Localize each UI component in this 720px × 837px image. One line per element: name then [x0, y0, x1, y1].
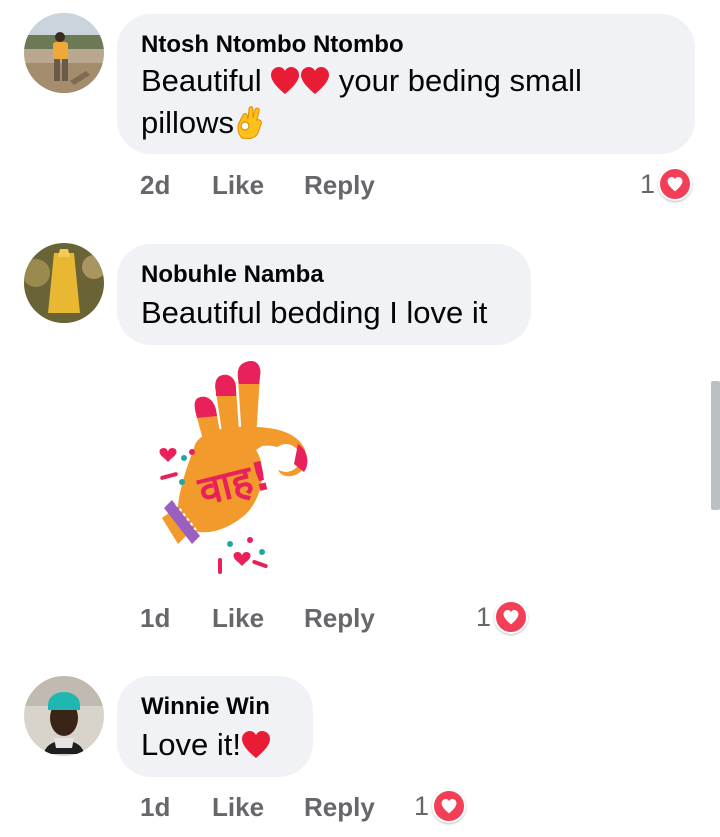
reaction-count: 1 — [640, 168, 656, 199]
comment-text-part: your beding small — [338, 63, 582, 98]
comment-author[interactable]: Winnie Win — [141, 692, 289, 722]
reaction-summary[interactable]: 1 — [476, 599, 529, 635]
reaction-summary[interactable]: 1 — [414, 788, 467, 824]
comment-bubble: Ntosh Ntombo Ntombo Beautiful your bedin… — [117, 14, 695, 154]
comment-text: Beautiful bedding I love it — [141, 295, 488, 330]
like-button[interactable]: Like — [212, 603, 304, 634]
comment-text: Love it! — [141, 724, 289, 766]
comment-time[interactable]: 1d — [140, 792, 212, 823]
love-reaction-icon — [494, 600, 529, 634]
comment-bubble: Winnie Win Love it! — [117, 676, 313, 777]
comment-author[interactable]: Nobuhle Namba — [141, 260, 507, 290]
comment-author[interactable]: Ntosh Ntombo Ntombo — [141, 30, 671, 60]
comment-bubble: Nobuhle Namba Beautiful bedding I love i… — [117, 244, 531, 345]
avatar[interactable] — [24, 13, 104, 93]
reply-button[interactable]: Reply — [304, 170, 375, 201]
red-heart-icon — [241, 731, 270, 758]
reaction-summary[interactable]: 1 — [640, 166, 693, 202]
ok-hand-sticker[interactable]: वाह! — [158, 358, 320, 586]
reaction-count: 1 — [414, 790, 430, 821]
avatar[interactable] — [24, 676, 104, 756]
comment-actions: 2d Like Reply — [140, 167, 375, 203]
like-button[interactable]: Like — [212, 170, 304, 201]
reply-button[interactable]: Reply — [304, 603, 375, 634]
comment-text-part: Beautiful — [141, 63, 262, 98]
comment-time[interactable]: 2d — [140, 170, 212, 201]
comment-text-part: Love it! — [141, 727, 241, 762]
comment-time[interactable]: 1d — [140, 603, 212, 634]
comment-text-part: pillows — [141, 105, 235, 140]
comment-actions: 1d Like Reply — [140, 600, 375, 636]
love-reaction-icon — [432, 789, 467, 823]
scrollbar[interactable] — [711, 381, 720, 510]
comment-actions: 1d Like Reply — [140, 789, 375, 825]
ok-hand-icon — [237, 106, 262, 139]
red-heart-icon — [301, 67, 330, 94]
comment-text: Beautiful your beding small pillows — [141, 60, 671, 144]
like-button[interactable]: Like — [212, 792, 304, 823]
love-reaction-icon — [658, 167, 693, 201]
reply-button[interactable]: Reply — [304, 792, 375, 823]
red-heart-icon — [271, 67, 300, 94]
avatar[interactable] — [24, 243, 104, 323]
reaction-count: 1 — [476, 601, 492, 632]
